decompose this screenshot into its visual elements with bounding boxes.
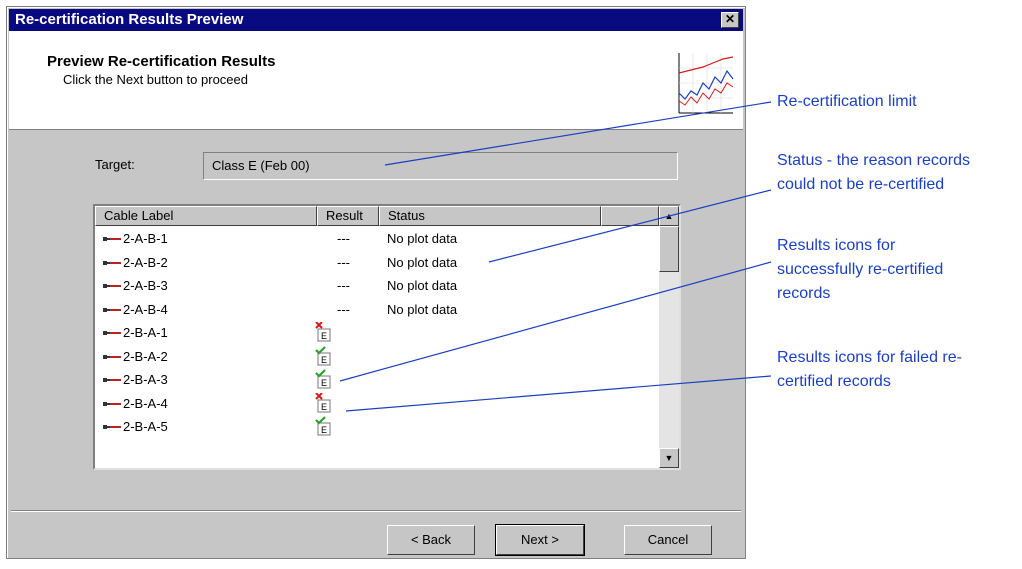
callout-success-line3: records [777,285,831,302]
callout-limit: Re-certification limit [777,90,917,114]
callout-success-line1: Results icons for [777,237,896,254]
callout-failed-line1: Results icons for failed re- [777,349,962,366]
callout-limit-text: Re-certification limit [777,93,917,110]
callout-status-line2: could not be re-certified [777,176,945,193]
callout-failed: Results icons for failed re- certified r… [777,346,962,394]
callout-status-line1: Status - the reason records [777,152,970,169]
callout-status: Status - the reason records could not be… [777,149,970,197]
callout-failed-line2: certified records [777,373,891,390]
callout-success: Results icons for successfully re-certif… [777,234,943,306]
callout-success-line2: successfully re-certified [777,261,944,278]
